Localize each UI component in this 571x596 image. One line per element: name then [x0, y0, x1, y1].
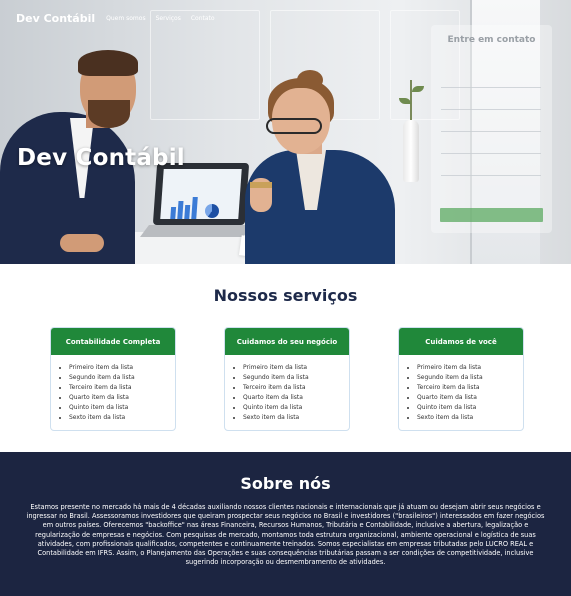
contact-email-field[interactable]	[441, 99, 541, 110]
hero-banner: Dev Contábil Quem somos Serviços Contato…	[0, 0, 571, 264]
list-item: Terceiro item da lista	[243, 383, 349, 393]
service-card-title: Cuidamos do seu negócio	[225, 328, 349, 355]
contact-submit-button[interactable]	[440, 208, 543, 222]
contact-form-title: Entre em contato	[447, 35, 536, 45]
about-section: Sobre nós Estamos presente no mercado há…	[0, 452, 571, 596]
service-card-list: Primeiro item da lista Segundo item da l…	[51, 355, 175, 423]
service-card: Cuidamos do seu negócio Primeiro item da…	[224, 327, 350, 431]
laptop-chart-bar	[184, 205, 191, 219]
laptop-display	[160, 169, 242, 219]
man-hair	[78, 50, 138, 76]
man-beard	[88, 100, 130, 128]
top-nav: Dev Contábil Quem somos Serviços Contato	[16, 12, 215, 25]
list-item: Sexto item da lista	[417, 413, 523, 423]
laptop-chart-bar	[177, 201, 184, 219]
nav-link-contato[interactable]: Contato	[191, 15, 215, 22]
list-item: Quarto item da lista	[243, 393, 349, 403]
list-item: Quarto item da lista	[69, 393, 175, 403]
hero-title: Dev Contábil	[17, 145, 185, 171]
nav-link-servicos[interactable]: Serviços	[156, 15, 181, 22]
list-item: Quinto item da lista	[243, 403, 349, 413]
contact-phone-field[interactable]	[441, 121, 541, 132]
contact-name-field[interactable]	[441, 77, 541, 88]
list-item: Segundo item da lista	[243, 373, 349, 383]
list-item: Primeiro item da lista	[417, 363, 523, 373]
service-card: Contabilidade Completa Primeiro item da …	[50, 327, 176, 431]
service-card: Cuidamos de você Primeiro item da lista …	[398, 327, 524, 431]
list-item: Quinto item da lista	[69, 403, 175, 413]
service-card-title: Contabilidade Completa	[51, 328, 175, 355]
about-text: Estamos presente no mercado há mais de 4…	[26, 503, 545, 567]
woman-hair-bun	[297, 70, 323, 90]
list-item: Segundo item da lista	[69, 373, 175, 383]
list-item: Sexto item da lista	[243, 413, 349, 423]
wall-panel	[150, 10, 260, 120]
list-item: Terceiro item da lista	[69, 383, 175, 393]
service-card-list: Primeiro item da lista Segundo item da l…	[399, 355, 523, 423]
service-card-list: Primeiro item da lista Segundo item da l…	[225, 355, 349, 423]
wristwatch	[250, 182, 272, 188]
contact-form: Entre em contato	[431, 25, 552, 233]
list-item: Quarto item da lista	[417, 393, 523, 403]
service-card-title: Cuidamos de você	[399, 328, 523, 355]
laptop-chart-bar	[191, 197, 198, 219]
glasses	[266, 118, 322, 134]
contact-message-field[interactable]	[441, 165, 541, 176]
nav-link-quem-somos[interactable]: Quem somos	[106, 15, 145, 22]
list-item: Primeiro item da lista	[69, 363, 175, 373]
list-item: Primeiro item da lista	[243, 363, 349, 373]
vase	[403, 120, 419, 182]
site-logo[interactable]: Dev Contábil	[16, 12, 95, 25]
list-item: Sexto item da lista	[69, 413, 175, 423]
list-item: Segundo item da lista	[417, 373, 523, 383]
list-item: Terceiro item da lista	[417, 383, 523, 393]
laptop-base	[140, 225, 252, 237]
laptop-chart-bar	[170, 207, 177, 219]
services-title: Nossos serviços	[213, 286, 358, 305]
man-hand	[60, 234, 104, 252]
contact-subject-field[interactable]	[441, 143, 541, 154]
laptop-pie-chart	[205, 204, 219, 218]
list-item: Quinto item da lista	[417, 403, 523, 413]
about-title: Sobre nós	[240, 474, 331, 493]
